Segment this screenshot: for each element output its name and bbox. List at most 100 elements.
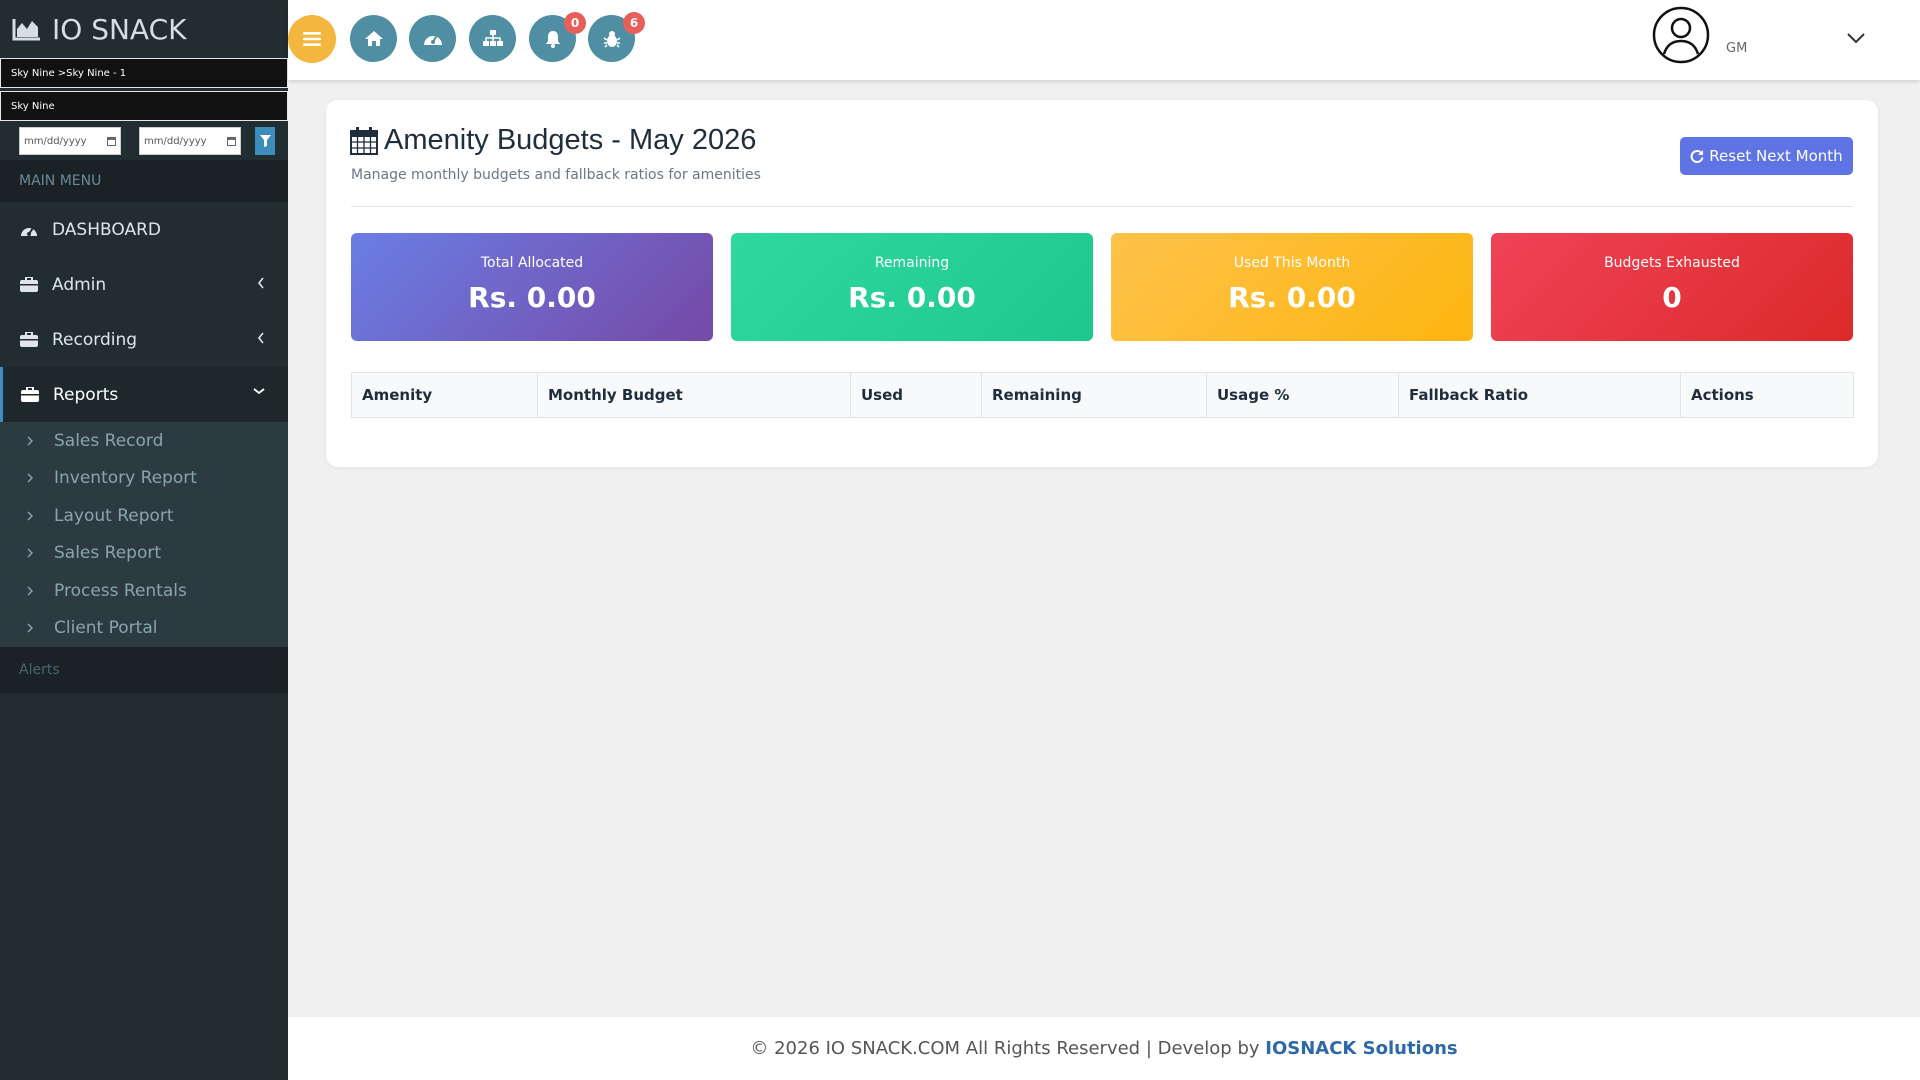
reset-button-label: Reset Next Month	[1709, 147, 1843, 165]
sidebar-item-recording[interactable]: Recording	[0, 312, 288, 367]
submenu-item-label: Inventory Report	[54, 468, 197, 489]
stat-value: Rs. 0.00	[848, 281, 976, 314]
home-button[interactable]	[350, 15, 397, 62]
alerts-header: Alerts	[0, 647, 288, 693]
column-header-fallback-ratio[interactable]: Fallback Ratio	[1399, 373, 1681, 417]
amenity-budgets-card: Amenity Budgets - May 2026 Manage monthl…	[326, 100, 1878, 467]
stat-label: Remaining	[874, 255, 950, 271]
filter-button[interactable]	[255, 127, 275, 155]
briefcase-icon	[20, 332, 42, 347]
chevron-down-icon[interactable]	[1846, 31, 1866, 45]
sidebar-item-admin[interactable]: Admin	[0, 257, 288, 312]
bugs-badge: 6	[623, 12, 645, 34]
sitemap-icon	[482, 30, 503, 46]
dashboard-button[interactable]	[409, 15, 456, 62]
submenu-item-inventory-report[interactable]: Inventory Report	[0, 460, 288, 498]
stat-label: Budgets Exhausted	[1604, 255, 1740, 271]
column-header-usage-percent[interactable]: Usage %	[1207, 373, 1399, 417]
date-from-input[interactable]: mm/dd/yyyy	[19, 127, 121, 155]
notifications-button[interactable]: 0	[529, 12, 586, 62]
submenu-item-sales-record[interactable]: Sales Record	[0, 422, 288, 460]
column-header-used[interactable]: Used	[851, 373, 982, 417]
menu-toggle-button[interactable]	[288, 15, 336, 63]
bug-icon	[603, 30, 620, 48]
submenu-item-label: Sales Report	[54, 543, 162, 564]
column-header-amenity[interactable]: Amenity	[352, 373, 538, 417]
top-navbar: 0 6 GM	[288, 0, 1920, 80]
submenu-item-label: Sales Record	[54, 430, 164, 451]
location-name[interactable]: Sky Nine	[0, 91, 288, 121]
briefcase-icon	[21, 387, 43, 402]
hamburger-icon	[303, 32, 321, 46]
submenu-item-label: Process Rentals	[54, 580, 187, 601]
footer-developer-link[interactable]: IOSNACK Solutions	[1265, 1038, 1457, 1059]
chevron-right-icon	[27, 511, 33, 521]
footer: © 2026 IO SNACK.COM All Rights Reserved …	[288, 1017, 1920, 1080]
sitemap-button[interactable]	[469, 15, 516, 62]
brand-logo[interactable]: IO SNACK	[0, 0, 288, 58]
sidebar: IO SNACK Sky Nine >Sky Nine - 1 Sky Nine…	[0, 0, 288, 1080]
sidebar-item-reports[interactable]: Reports	[0, 367, 288, 422]
page-subtitle: Manage monthly budgets and fallback rati…	[351, 167, 761, 183]
submenu-item-label: Layout Report	[54, 505, 174, 526]
stat-card-total-allocated: Total Allocated Rs. 0.00	[351, 233, 713, 341]
stat-label: Total Allocated	[480, 255, 584, 271]
user-initials[interactable]: GM	[1726, 41, 1747, 56]
page-title-text: Amenity Budgets - May 2026	[384, 124, 757, 156]
dashboard-icon	[20, 223, 42, 237]
home-icon	[364, 31, 383, 46]
stat-value: Rs. 0.00	[1228, 281, 1356, 314]
chevron-down-icon	[253, 388, 265, 395]
stat-card-remaining: Remaining Rs. 0.00	[731, 233, 1093, 341]
refresh-icon	[1690, 150, 1704, 163]
sidebar-item-dashboard[interactable]: DASHBOARD	[0, 202, 288, 257]
submenu-item-client-portal[interactable]: Client Portal	[0, 610, 288, 648]
brand-name: IO SNACK	[52, 12, 187, 46]
sidebar-item-label: DASHBOARD	[52, 219, 161, 240]
submenu-item-process-rentals[interactable]: Process Rentals	[0, 572, 288, 610]
sidebar-item-label: Reports	[53, 384, 119, 405]
chevron-right-icon	[27, 623, 33, 633]
submenu-item-label: Client Portal	[54, 618, 158, 639]
divider	[351, 206, 1853, 207]
stat-card-budgets-exhausted: Budgets Exhausted 0	[1491, 233, 1853, 341]
main-menu-header: MAIN MENU	[0, 160, 288, 202]
stat-label: Used This Month	[1233, 255, 1351, 271]
column-header-remaining[interactable]: Remaining	[982, 373, 1207, 417]
date-to-input[interactable]: mm/dd/yyyy	[139, 127, 241, 155]
sidebar-item-label: Recording	[52, 329, 138, 350]
column-header-monthly-budget[interactable]: Monthly Budget	[538, 373, 851, 417]
calendar-icon[interactable]	[227, 136, 236, 146]
calendar-icon	[350, 126, 378, 155]
calendar-icon[interactable]	[107, 136, 116, 146]
location-path[interactable]: Sky Nine >Sky Nine - 1	[0, 58, 288, 88]
bell-icon	[545, 30, 560, 48]
chevron-right-icon	[27, 473, 33, 483]
sidebar-item-label: Admin	[52, 274, 107, 295]
notifications-badge: 0	[564, 12, 586, 34]
column-header-actions[interactable]: Actions	[1681, 373, 1853, 417]
stat-value: Rs. 0.00	[468, 281, 596, 314]
chevron-right-icon	[27, 586, 33, 596]
chevron-right-icon	[27, 436, 33, 446]
stat-card-used-this-month: Used This Month Rs. 0.00	[1111, 233, 1473, 341]
date-filter: mm/dd/yyyy mm/dd/yyyy	[0, 124, 288, 160]
chevron-right-icon	[27, 548, 33, 558]
date-from-placeholder: mm/dd/yyyy	[24, 135, 87, 147]
submenu-item-layout-report[interactable]: Layout Report	[0, 497, 288, 535]
briefcase-icon	[20, 277, 42, 292]
footer-copyright: © 2026 IO SNACK.COM All Rights Reserved …	[750, 1038, 1266, 1059]
page-title: Amenity Budgets - May 2026	[350, 124, 756, 157]
bug-report-button[interactable]: 6	[588, 12, 645, 62]
chevron-left-icon	[257, 332, 264, 344]
area-chart-icon	[12, 19, 40, 41]
user-avatar-icon[interactable]	[1652, 6, 1710, 64]
date-to-placeholder: mm/dd/yyyy	[144, 135, 207, 147]
submenu-item-sales-report[interactable]: Sales Report	[0, 535, 288, 573]
stat-value: 0	[1662, 281, 1682, 314]
budgets-table-header: Amenity Monthly Budget Used Remaining Us…	[351, 372, 1854, 418]
reports-submenu: Sales Record Inventory Report Layout Rep…	[0, 422, 288, 647]
filter-icon	[259, 135, 271, 147]
reset-next-month-button[interactable]: Reset Next Month	[1680, 137, 1853, 175]
chevron-left-icon	[257, 277, 264, 289]
